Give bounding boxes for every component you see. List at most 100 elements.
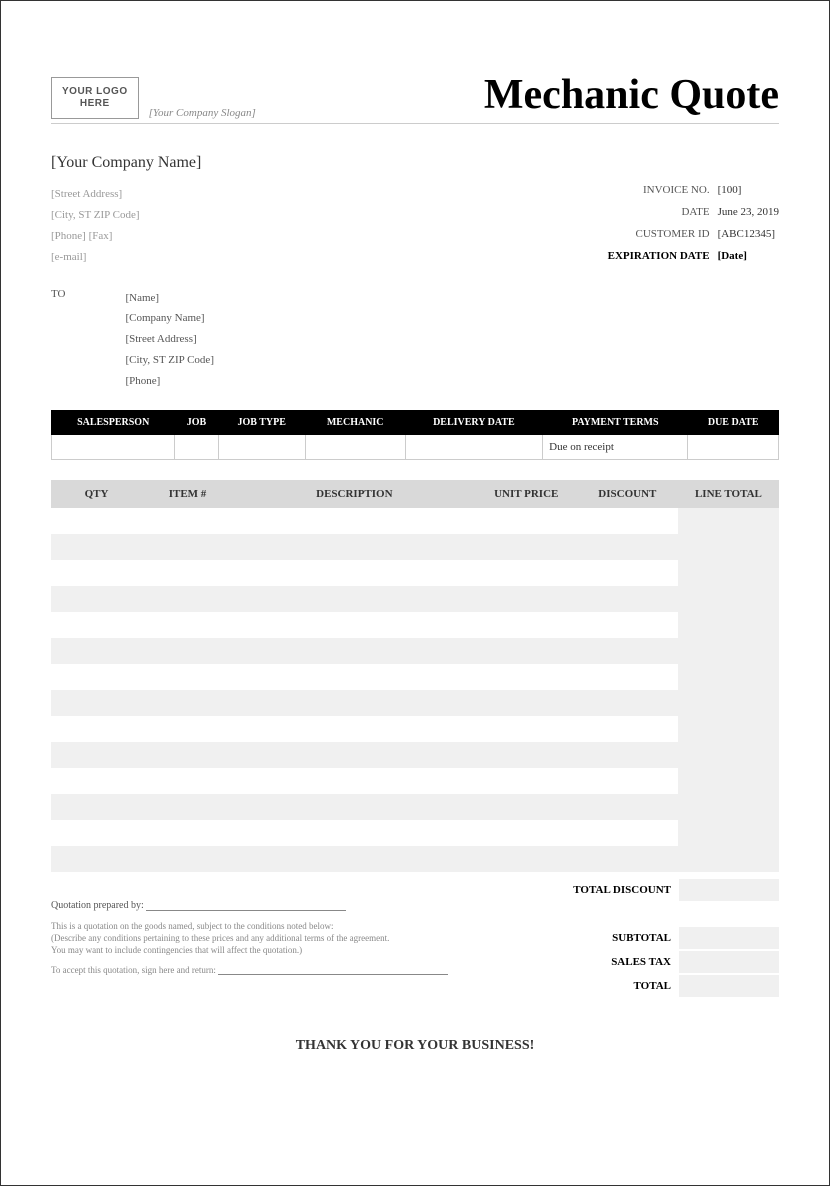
items-cell bbox=[678, 794, 779, 820]
items-cell bbox=[678, 716, 779, 742]
items-row bbox=[51, 690, 779, 716]
items-cell bbox=[233, 534, 476, 560]
company-slogan: [Your Company Slogan] bbox=[149, 107, 256, 119]
items-cell bbox=[678, 846, 779, 872]
items-cell bbox=[233, 690, 476, 716]
items-header: UNIT PRICE bbox=[476, 480, 577, 508]
items-cell bbox=[142, 612, 233, 638]
items-cell bbox=[476, 560, 577, 586]
to-street: [Street Address] bbox=[125, 329, 214, 350]
total-value bbox=[679, 975, 779, 997]
items-cell bbox=[678, 742, 779, 768]
items-cell bbox=[678, 768, 779, 794]
items-cell bbox=[577, 820, 678, 846]
prepared-by-line: Quotation prepared by: bbox=[51, 900, 459, 911]
expiration-label: EXPIRATION DATE bbox=[608, 250, 710, 267]
items-cell bbox=[51, 716, 142, 742]
items-cell bbox=[577, 586, 678, 612]
items-row bbox=[51, 768, 779, 794]
items-cell bbox=[233, 664, 476, 690]
items-cell bbox=[142, 690, 233, 716]
items-cell bbox=[678, 560, 779, 586]
invoice-meta: INVOICE NO. [100] DATE June 23, 2019 CUS… bbox=[608, 184, 779, 268]
invoice-no-value: [100] bbox=[718, 184, 779, 201]
items-cell bbox=[577, 794, 678, 820]
items-cell bbox=[233, 508, 476, 534]
items-cell bbox=[577, 638, 678, 664]
items-cell bbox=[51, 820, 142, 846]
job-header: PAYMENT TERMS bbox=[543, 411, 688, 435]
job-cell bbox=[218, 435, 305, 460]
items-cell bbox=[678, 664, 779, 690]
items-row bbox=[51, 638, 779, 664]
items-cell bbox=[577, 560, 678, 586]
items-cell bbox=[678, 612, 779, 638]
items-cell bbox=[233, 638, 476, 664]
note-line-1: This is a quotation on the goods named, … bbox=[51, 921, 459, 931]
job-cell bbox=[175, 435, 218, 460]
job-table: SALESPERSONJOBJOB TYPEMECHANICDELIVERY D… bbox=[51, 410, 779, 460]
job-header: JOB TYPE bbox=[218, 411, 305, 435]
items-cell bbox=[233, 612, 476, 638]
items-header: ITEM # bbox=[142, 480, 233, 508]
items-cell bbox=[142, 638, 233, 664]
items-cell bbox=[678, 586, 779, 612]
items-cell bbox=[51, 794, 142, 820]
items-cell bbox=[142, 768, 233, 794]
items-cell bbox=[678, 820, 779, 846]
items-cell bbox=[51, 534, 142, 560]
items-cell bbox=[476, 742, 577, 768]
job-header: JOB bbox=[175, 411, 218, 435]
note-line-3: You may want to include contingencies th… bbox=[51, 945, 459, 955]
date-label: DATE bbox=[608, 206, 710, 223]
total-label: TOTAL bbox=[479, 980, 679, 992]
logo-text-2: HERE bbox=[62, 98, 128, 110]
items-cell bbox=[476, 664, 577, 690]
items-cell bbox=[678, 690, 779, 716]
items-cell bbox=[142, 560, 233, 586]
thank-you-message: THANK YOU FOR YOUR BUSINESS! bbox=[51, 1038, 779, 1054]
items-cell bbox=[476, 716, 577, 742]
items-row bbox=[51, 664, 779, 690]
accept-label: To accept this quotation, sign here and … bbox=[51, 965, 216, 975]
items-cell bbox=[51, 846, 142, 872]
items-cell bbox=[577, 690, 678, 716]
items-table: QTYITEM #DESCRIPTIONUNIT PRICEDISCOUNTLI… bbox=[51, 480, 779, 872]
subtotal-label: SUBTOTAL bbox=[479, 932, 679, 944]
city-zip: [City, ST ZIP Code] bbox=[51, 205, 140, 226]
company-name: [Your Company Name] bbox=[51, 154, 779, 172]
items-cell bbox=[476, 820, 577, 846]
expiration-value: [Date] bbox=[718, 250, 779, 267]
items-cell bbox=[142, 742, 233, 768]
items-cell bbox=[233, 560, 476, 586]
job-header: DELIVERY DATE bbox=[405, 411, 543, 435]
total-discount-value bbox=[679, 879, 779, 901]
to-phone: [Phone] bbox=[125, 371, 214, 392]
logo-slogan-group: YOUR LOGO HERE [Your Company Slogan] bbox=[51, 77, 256, 119]
items-cell bbox=[577, 508, 678, 534]
prepared-by-label: Quotation prepared by: bbox=[51, 900, 144, 911]
items-cell bbox=[476, 846, 577, 872]
job-cell: Due on receipt bbox=[543, 435, 688, 460]
items-cell bbox=[476, 768, 577, 794]
items-row bbox=[51, 534, 779, 560]
items-cell bbox=[577, 742, 678, 768]
items-cell bbox=[678, 508, 779, 534]
to-details: [Name] [Company Name] [Street Address] [… bbox=[125, 288, 214, 392]
items-header: DISCOUNT bbox=[577, 480, 678, 508]
items-cell bbox=[142, 508, 233, 534]
items-row bbox=[51, 794, 779, 820]
items-row bbox=[51, 560, 779, 586]
items-cell bbox=[142, 586, 233, 612]
items-cell bbox=[142, 716, 233, 742]
items-cell bbox=[577, 534, 678, 560]
items-cell bbox=[476, 612, 577, 638]
sales-tax-value bbox=[679, 951, 779, 973]
items-row bbox=[51, 716, 779, 742]
signature-line bbox=[146, 910, 346, 911]
to-company: [Company Name] bbox=[125, 308, 214, 329]
to-label: TO bbox=[51, 288, 65, 392]
items-cell bbox=[51, 638, 142, 664]
to-city: [City, ST ZIP Code] bbox=[125, 350, 214, 371]
job-cell bbox=[305, 435, 405, 460]
